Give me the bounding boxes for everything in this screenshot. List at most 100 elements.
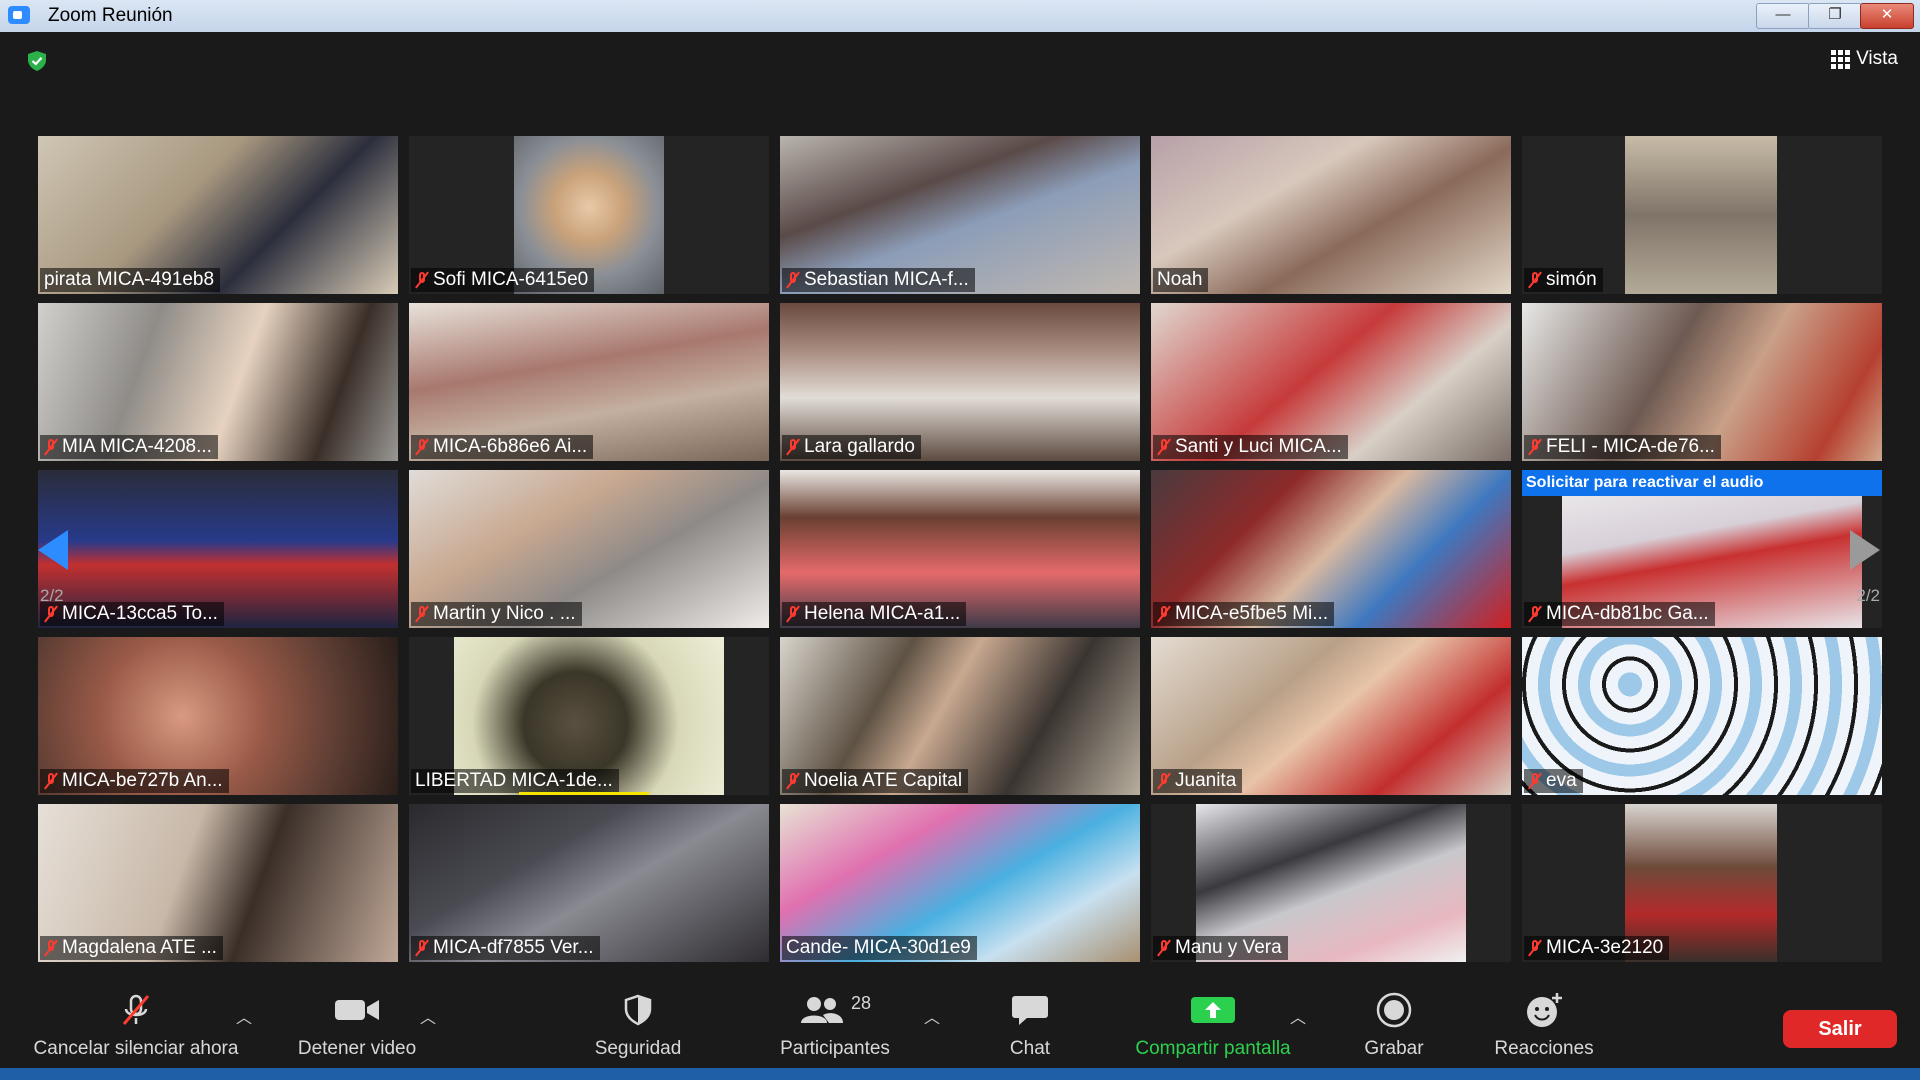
security-label: Seguridad [594,1038,682,1059]
participant-name: Santi y Luci MICA... [1175,436,1342,457]
participant-label: MIA MICA-4208... [40,435,218,459]
participant-tile[interactable]: Lara gallardo [780,303,1140,461]
mic-muted-icon [786,271,800,289]
participant-tile[interactable]: Cande- MICA-30d1e9 [780,804,1140,962]
participant-tile[interactable]: MICA-13cca5 To... [38,470,398,628]
participants-label: Participantes [780,1038,890,1059]
speaking-indicator [519,792,649,795]
mic-muted-icon [415,271,429,289]
participant-tile[interactable]: Noelia ATE Capital [780,637,1140,795]
minimize-button[interactable]: — [1756,3,1810,29]
participant-label: Martin y Nico . ... [411,602,582,626]
participant-label: MICA-13cca5 To... [40,602,224,626]
participant-tile[interactable]: MICA-be727b An... [38,637,398,795]
participant-tile[interactable]: simón [1522,136,1882,294]
mic-muted-icon [1528,271,1542,289]
mute-label: Cancelar silenciar ahora [33,1038,239,1059]
mic-muted-icon [1157,772,1171,790]
participant-tile[interactable]: Solicitar para reactivar el audio MICA-d… [1522,470,1882,628]
participant-name: Martin y Nico . ... [433,603,576,624]
video-gallery: pirata MICA-491eb8 Sofi MICA-6415e0 Seba… [38,136,1884,964]
mic-muted-icon [44,438,58,456]
participant-tile[interactable]: pirata MICA-491eb8 [38,136,398,294]
reactions-button[interactable]: Reacciones [1484,990,1604,1068]
mic-muted-icon [44,605,58,623]
encryption-shield-icon[interactable] [26,50,48,72]
page-indicator-left: 2/2 [40,586,64,605]
participant-tile[interactable]: Magdalena ATE ... [38,804,398,962]
share-screen-button[interactable]: Compartir pantalla [1118,990,1308,1068]
chat-bubble-icon [1012,996,1048,1025]
participant-name: Manu y Vera [1175,937,1282,958]
participant-tile[interactable]: MICA-e5fbe5 Mi... [1151,470,1511,628]
mic-muted-icon [1157,438,1171,456]
participants-icon [800,997,843,1023]
participant-label: FELI - MICA-de76... [1524,435,1721,459]
participant-tile[interactable]: Sofi MICA-6415e0 [409,136,769,294]
mic-muted-icon [1157,605,1171,623]
participant-tile[interactable]: MICA-3e2120 [1522,804,1882,962]
participant-label: LIBERTAD MICA-1de... [411,769,619,793]
participant-name: MICA-df7855 Ver... [433,937,594,958]
participant-name: simón [1546,269,1597,290]
participant-tile[interactable]: Manu y Vera [1151,804,1511,962]
mute-button[interactable]: Cancelar silenciar ahora [18,990,254,1068]
participant-tile[interactable]: MICA-df7855 Ver... [409,804,769,962]
security-shield-icon [624,994,652,1026]
participant-label: Noah [1153,268,1209,292]
participant-label: Noelia ATE Capital [782,769,969,793]
participant-name: eva [1546,770,1577,791]
participant-tile[interactable]: FELI - MICA-de76... [1522,303,1882,461]
participant-tile[interactable]: Sebastian MICA-f... [780,136,1140,294]
restore-button[interactable]: ❐ [1808,3,1862,29]
participant-label: MICA-be727b An... [40,769,229,793]
participants-button[interactable]: 28 Participantes [764,990,906,1068]
participant-name: MIA MICA-4208... [62,436,212,457]
share-options-chevron-up-icon[interactable]: ︿ [1290,1004,1306,1028]
video-options-chevron-up-icon[interactable]: ︿ [420,1004,436,1028]
participant-label: Cande- MICA-30d1e9 [782,936,977,960]
participant-label: Sofi MICA-6415e0 [411,268,595,292]
participant-tile[interactable]: LIBERTAD MICA-1de... [409,637,769,795]
participant-label: MICA-e5fbe5 Mi... [1153,602,1335,626]
participant-tile[interactable]: MIA MICA-4208... [38,303,398,461]
zoom-app-icon [8,6,30,24]
mic-muted-icon [415,939,429,957]
window-title: Zoom Reunión [48,5,173,26]
participant-tile[interactable]: Noah [1151,136,1511,294]
view-label: Vista [1856,48,1898,69]
request-unmute-banner[interactable]: Solicitar para reactivar el audio [1522,470,1882,496]
participant-tile[interactable]: Juanita [1151,637,1511,795]
leave-meeting-button[interactable]: Salir [1783,1010,1897,1048]
chat-button[interactable]: Chat [996,990,1064,1068]
audio-options-chevron-up-icon[interactable]: ︿ [236,1004,252,1028]
security-button[interactable]: Seguridad [578,990,698,1068]
participant-video [1625,136,1777,294]
participant-name: pirata MICA-491eb8 [44,269,215,290]
previous-page-arrow-icon[interactable] [38,530,68,570]
record-button[interactable]: Grabar [1354,990,1434,1068]
participant-name: LIBERTAD MICA-1de... [415,770,613,791]
participant-label: Magdalena ATE ... [40,936,223,960]
participants-options-chevron-up-icon[interactable]: ︿ [924,1004,940,1028]
window-title-bar: Zoom Reunión — ❐ ✕ [0,0,1920,32]
participant-name: MICA-e5fbe5 Mi... [1175,603,1329,624]
participant-tile[interactable]: eva [1522,637,1882,795]
participant-tile[interactable]: Martin y Nico . ... [409,470,769,628]
close-button[interactable]: ✕ [1860,3,1914,29]
mic-muted-icon [1528,438,1542,456]
participant-label: Manu y Vera [1153,936,1288,960]
participant-label: eva [1524,769,1583,793]
participant-tile[interactable]: Helena MICA-a1... [780,470,1140,628]
participant-name: MICA-db81bc Ga... [1546,603,1709,624]
participant-tile[interactable]: MICA-6b86e6 Ai... [409,303,769,461]
participant-tile[interactable]: Santi y Luci MICA... [1151,303,1511,461]
next-page-arrow-icon[interactable] [1850,530,1880,570]
participants-count: 28 [850,992,872,1013]
participant-name: Sebastian MICA-f... [804,269,969,290]
reactions-smiley-icon [1527,993,1562,1027]
stop-video-button[interactable]: Detener video [282,990,432,1068]
windows-taskbar [0,1068,1920,1080]
view-button[interactable]: Vista [1831,48,1898,70]
participant-label: MICA-df7855 Ver... [411,936,600,960]
